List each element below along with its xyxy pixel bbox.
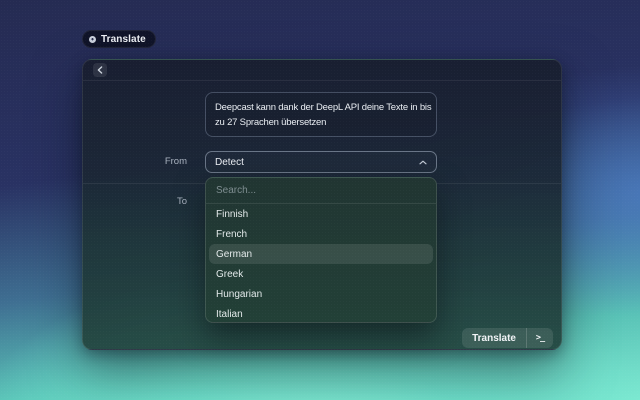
dropdown-item-hungarian[interactable]: Hungarian	[206, 284, 436, 304]
translate-window: Deepcast kann dank der DeepL API deine T…	[82, 59, 562, 350]
chevron-up-icon	[419, 160, 427, 165]
header-divider	[83, 80, 561, 81]
from-language-select[interactable]: Detect	[205, 151, 437, 173]
translate-command-badge[interactable]: Translate	[82, 30, 156, 48]
source-text-line: zu 27 Sprachen übersetzen	[215, 115, 427, 130]
dropdown-item-italian[interactable]: Italian	[206, 304, 436, 323]
to-label: To	[83, 196, 187, 207]
language-dropdown: Finnish French German Greek Hungarian It…	[205, 177, 437, 323]
badge-label: Translate	[101, 34, 146, 45]
dropdown-item-finnish[interactable]: Finnish	[206, 204, 436, 224]
translate-button[interactable]: Translate	[462, 328, 526, 348]
dropdown-item-german[interactable]: German	[209, 244, 433, 264]
from-select-value: Detect	[215, 157, 244, 168]
dropdown-list: Finnish French German Greek Hungarian It…	[206, 204, 436, 323]
back-button[interactable]	[93, 63, 107, 77]
extension-icon	[89, 36, 96, 43]
dropdown-search[interactable]	[206, 178, 436, 204]
screen: Translate Deepcast kann dank der DeepL A…	[0, 0, 640, 400]
dropdown-item-french[interactable]: French	[206, 224, 436, 244]
source-text-input[interactable]: Deepcast kann dank der DeepL API deine T…	[205, 92, 437, 137]
footer-actions: Translate >_	[462, 328, 553, 348]
chevron-left-icon	[97, 66, 103, 74]
from-label: From	[83, 156, 187, 167]
dropdown-search-input[interactable]	[216, 185, 426, 196]
dropdown-item-greek[interactable]: Greek	[206, 264, 436, 284]
source-text-line: Deepcast kann dank der DeepL API deine T…	[215, 100, 427, 115]
terminal-prompt-icon[interactable]: >_	[527, 328, 553, 348]
